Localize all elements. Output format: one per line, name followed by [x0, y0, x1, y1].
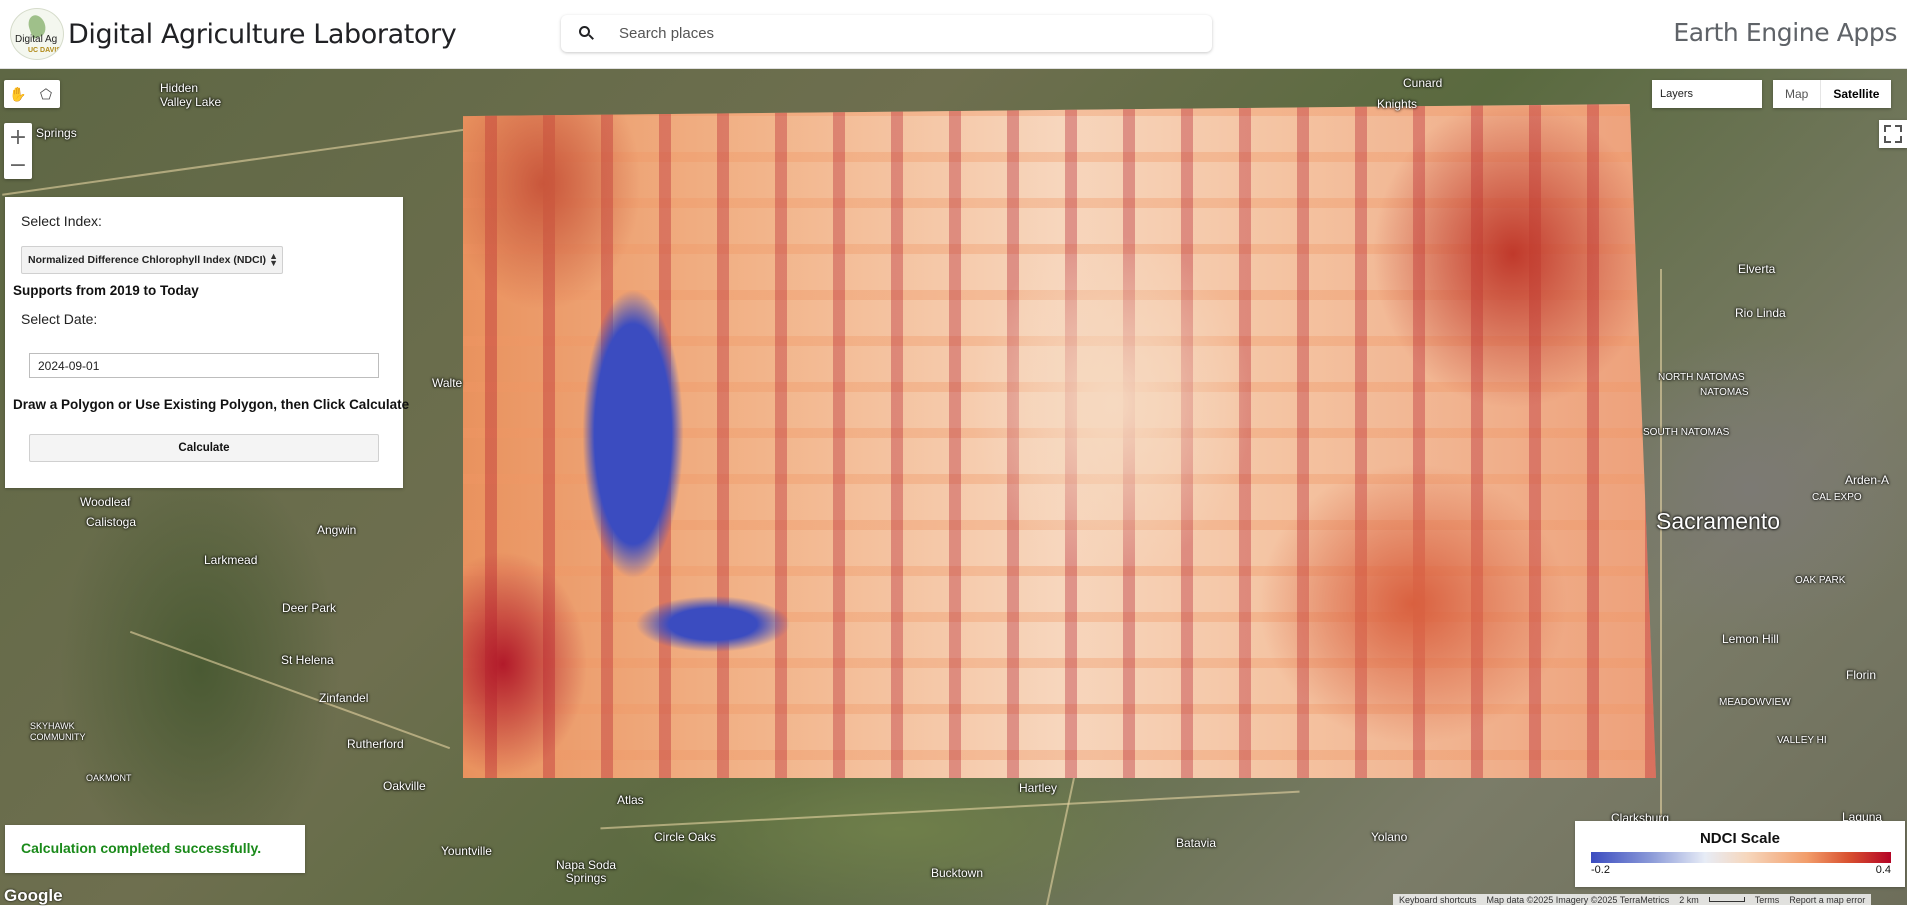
- map-label: Rutherford: [347, 737, 404, 751]
- search-box[interactable]: [561, 15, 1212, 52]
- chevron-updown-icon: ▲ ▼: [269, 251, 278, 268]
- search-icon[interactable]: [579, 25, 595, 42]
- road: [600, 790, 1300, 830]
- road: [129, 630, 451, 750]
- map-label: CAL EXPO: [1812, 492, 1862, 503]
- logo-text: Digital Ag: [15, 34, 58, 45]
- map-label: SKYHAWK COMMUNITY: [30, 721, 86, 742]
- map-label: Elverta: [1738, 262, 1776, 276]
- map-label: Sacramento: [1656, 508, 1781, 534]
- search-input[interactable]: [619, 25, 1179, 42]
- map-label: Zinfandel: [319, 691, 369, 705]
- instructions-text: Draw a Polygon or Use Existing Polygon, …: [13, 397, 410, 412]
- app-title: Digital Agriculture Laboratory: [68, 18, 457, 50]
- map-label: OAKMONT: [86, 773, 132, 783]
- map-type-control: Map Satellite: [1773, 80, 1892, 108]
- map-label: Napa Soda Springs: [556, 858, 617, 885]
- legend-color-bar: [1591, 852, 1891, 863]
- map-label: St Helena: [281, 653, 334, 667]
- zoom-out-button[interactable]: −: [4, 151, 32, 179]
- status-message: Calculation completed successfully.: [5, 825, 305, 873]
- ndci-overlay: [463, 104, 1656, 778]
- map-label: Rio Linda: [1735, 306, 1786, 320]
- map-label: NATOMAS: [1700, 387, 1749, 398]
- map-label: Oakville: [383, 779, 426, 793]
- index-select[interactable]: Normalized Difference Chlorophyll Index …: [21, 246, 283, 274]
- terms-link[interactable]: Terms: [1755, 895, 1780, 905]
- map-attribution: Keyboard shortcuts Map data ©2025 Imager…: [1393, 894, 1872, 905]
- zoom-control: + −: [4, 123, 32, 179]
- map-label: Hidden Valley Lake: [160, 81, 222, 109]
- map-type-satellite-button[interactable]: Satellite: [1820, 80, 1892, 108]
- logo-subtext: UC DAVIS: [28, 47, 61, 54]
- map-label: Deer Park: [282, 601, 337, 615]
- fullscreen-icon[interactable]: [1879, 120, 1907, 148]
- map-label: Angwin: [317, 523, 357, 537]
- legend-title: NDCI Scale: [1699, 830, 1781, 847]
- map-label: Springs: [36, 126, 77, 140]
- calculate-button[interactable]: Calculate: [29, 434, 379, 462]
- drawing-tools: ✋ ⬠: [4, 80, 60, 108]
- map-label: OAK PARK: [1795, 575, 1846, 586]
- keyboard-shortcuts-link[interactable]: Keyboard shortcuts: [1399, 895, 1477, 905]
- brand[interactable]: Digital Ag UC DAVIS Digital Agriculture …: [10, 8, 465, 60]
- map-label: Yountville: [441, 844, 492, 858]
- map-label: Cunard: [1403, 76, 1443, 90]
- earth-engine-apps-title[interactable]: Earth Engine Apps: [1673, 18, 1897, 47]
- map-label: Florin: [1846, 668, 1877, 682]
- map-data-text: Map data ©2025 Imagery ©2025 TerraMetric…: [1486, 894, 1670, 905]
- app-header: Digital Ag UC DAVIS Digital Agriculture …: [0, 0, 1907, 69]
- legend-max: 0.4: [1875, 864, 1891, 876]
- map-label: Circle Oaks: [654, 830, 717, 844]
- map-label: Arden-A: [1845, 473, 1890, 487]
- map-label: Atlas: [617, 793, 644, 807]
- hand-icon[interactable]: ✋: [4, 80, 32, 108]
- map-label: Calistoga: [86, 515, 137, 529]
- ndci-legend: NDCI Scale -0.2 0.4: [1575, 821, 1905, 887]
- road: [1660, 269, 1662, 869]
- map-label: MEADOWVIEW: [1719, 697, 1791, 708]
- index-select-value: Normalized Difference Chlorophyll Index …: [28, 254, 267, 266]
- map-label: Walte: [432, 376, 463, 390]
- supports-text: Supports from 2019 to Today: [13, 283, 199, 298]
- map-type-map-button[interactable]: Map: [1773, 80, 1821, 108]
- control-panel: Select Index: Normalized Difference Chlo…: [5, 197, 409, 488]
- map-label: VALLEY HI: [1777, 735, 1827, 746]
- select-date-label: Select Date:: [21, 311, 98, 327]
- legend-min: -0.2: [1591, 864, 1610, 876]
- google-logo[interactable]: Google: [4, 886, 63, 906]
- layers-button[interactable]: Layers: [1652, 80, 1762, 108]
- date-input[interactable]: [29, 353, 379, 378]
- scale-bar: [1708, 897, 1745, 902]
- map-label: SOUTH NATOMAS: [1643, 427, 1730, 438]
- map-label: NORTH NATOMAS: [1658, 372, 1745, 383]
- map-label: Yolano: [1371, 830, 1408, 844]
- map-label: Larkmead: [204, 553, 258, 567]
- map-label: Lemon Hill: [1722, 632, 1779, 646]
- map-label: Knights: [1377, 97, 1418, 111]
- report-error-link[interactable]: Report a map error: [1789, 895, 1865, 905]
- zoom-in-button[interactable]: +: [4, 123, 32, 151]
- map-label: Hartley: [1019, 781, 1058, 795]
- map-label: Bucktown: [931, 866, 984, 880]
- select-index-label: Select Index:: [21, 213, 102, 229]
- lab-logo: Digital Ag UC DAVIS: [10, 8, 64, 60]
- polygon-icon[interactable]: ⬠: [32, 80, 60, 108]
- map-label: Batavia: [1176, 836, 1217, 850]
- scale-label[interactable]: 2 km: [1679, 895, 1699, 905]
- map-label: Woodleaf: [80, 495, 131, 509]
